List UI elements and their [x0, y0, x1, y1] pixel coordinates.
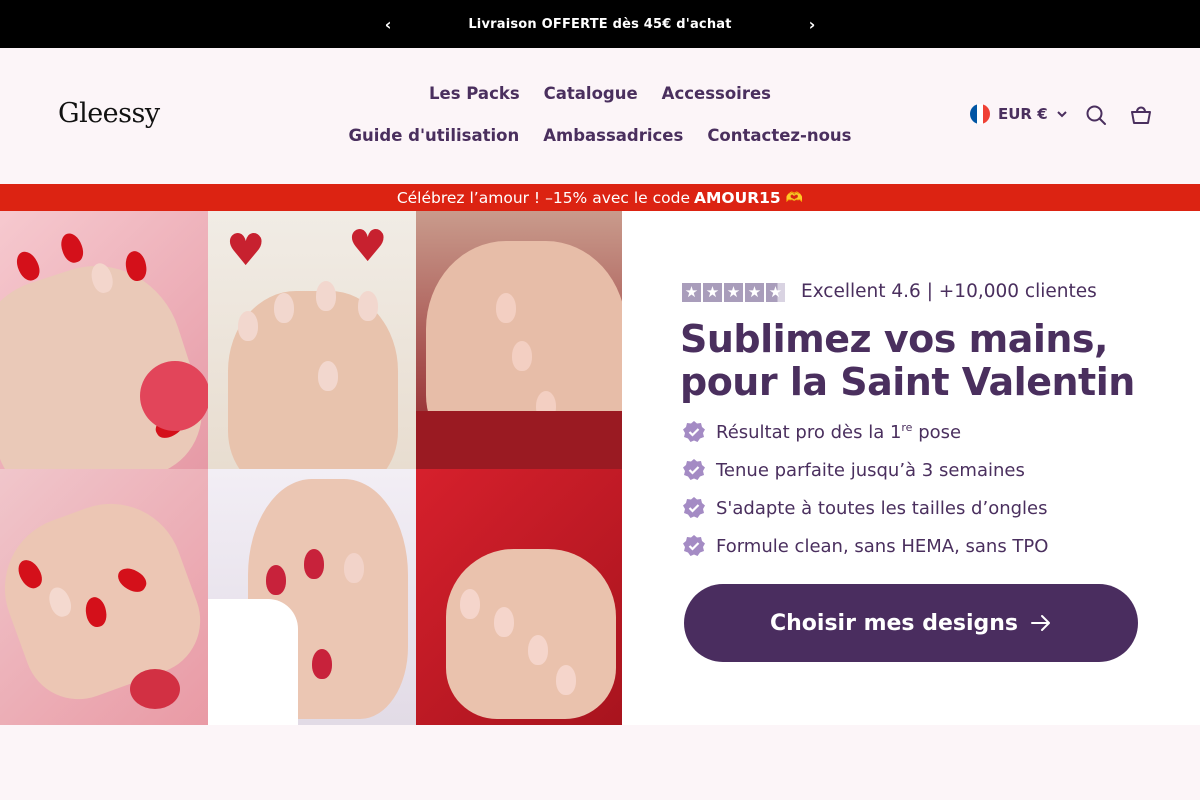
star-icon: ★ — [703, 283, 722, 302]
promo-text: Célébrez l’amour ! –15% avec le code — [396, 188, 691, 207]
hero-title: Sublimez vos mains, pour la Saint Valent… — [680, 317, 1135, 404]
nav-item-contact[interactable]: Contactez-nous — [707, 124, 851, 148]
check-badge-icon — [683, 421, 705, 442]
nail-photo-grid: ♥ ♥ — [0, 211, 622, 725]
benefit-text: Résultat pro dès la 1re pose — [716, 421, 962, 443]
benefit-text: S'adapte à toutes les tailles d’ongles — [716, 497, 1048, 519]
star-rating: ★ ★ ★ ★ ★ — [682, 283, 785, 302]
currency-selector[interactable]: EUR € — [970, 104, 1068, 124]
arrow-right-icon — [1031, 615, 1050, 631]
cta-label: Choisir mes designs — [769, 610, 1018, 636]
hero-content: ★ ★ ★ ★ ★ Excellent 4.6 | +10,000 client… — [622, 211, 1200, 725]
announcement-text: Livraison OFFERTE dès 45€ d'achat — [468, 16, 732, 32]
promo-banner[interactable]: Célébrez l’amour ! –15% avec le code AMO… — [0, 184, 1200, 211]
choose-designs-button[interactable]: Choisir mes designs — [684, 584, 1138, 662]
nav-item-les-packs[interactable]: Les Packs — [429, 82, 520, 106]
benefit-text: Tenue parfaite jusqu’à 3 semaines — [716, 459, 1025, 481]
nav-item-ambassadrices[interactable]: Ambassadrices — [543, 124, 683, 148]
cart-icon[interactable] — [1129, 103, 1153, 127]
star-icon: ★ — [745, 283, 764, 302]
nail-photo-4 — [0, 469, 208, 725]
nav-item-accessoires[interactable]: Accessoires — [662, 82, 771, 106]
logo[interactable]: Gleessy — [58, 98, 160, 129]
check-badge-icon — [683, 535, 705, 556]
announcement-bar: ‹ Livraison OFFERTE dès 45€ d'achat › — [0, 0, 1200, 48]
france-flag-icon — [970, 104, 990, 124]
benefits-list: Résultat pro dès la 1re pose Tenue parfa… — [682, 419, 1048, 571]
nail-photo-6 — [416, 469, 622, 725]
site-header: Gleessy Les Packs Catalogue Accessoires … — [0, 48, 1200, 184]
nail-photo-1 — [0, 211, 208, 469]
benefit-item: Tenue parfaite jusqu’à 3 semaines — [682, 457, 1048, 483]
chevron-left-icon[interactable]: ‹ — [376, 12, 400, 36]
check-badge-icon — [683, 459, 705, 480]
rating-text: Excellent 4.6 | +10,000 clientes — [801, 281, 1097, 302]
nail-photo-5 — [208, 469, 416, 725]
heart-hands-icon: 🫶 — [785, 189, 804, 206]
currency-label: EUR € — [998, 105, 1048, 123]
nail-photo-2: ♥ ♥ — [208, 211, 416, 469]
star-icon: ★ — [724, 283, 743, 302]
nav-item-catalogue[interactable]: Catalogue — [544, 82, 638, 106]
star-icon: ★ — [682, 283, 701, 302]
main-nav: Les Packs Catalogue Accessoires Guide d'… — [330, 82, 870, 148]
benefit-text: Formule clean, sans HEMA, sans TPO — [716, 535, 1049, 557]
nav-item-guide[interactable]: Guide d'utilisation — [348, 124, 519, 148]
promo-code: AMOUR15 — [694, 188, 781, 207]
benefit-item: Formule clean, sans HEMA, sans TPO — [682, 533, 1048, 559]
benefit-item: S'adapte à toutes les tailles d’ongles — [682, 495, 1048, 521]
star-icon: ★ — [766, 283, 785, 302]
hero-section: ♥ ♥ ★ ★ ★ ★ ★ Excellent 4.6 | +10,000 cl… — [0, 211, 1200, 725]
chevron-right-icon[interactable]: › — [800, 12, 824, 36]
search-icon[interactable] — [1084, 103, 1108, 127]
check-badge-icon — [683, 497, 705, 518]
benefit-item: Résultat pro dès la 1re pose — [682, 419, 1048, 445]
chevron-down-icon — [1056, 111, 1067, 118]
nail-photo-3 — [416, 211, 622, 469]
